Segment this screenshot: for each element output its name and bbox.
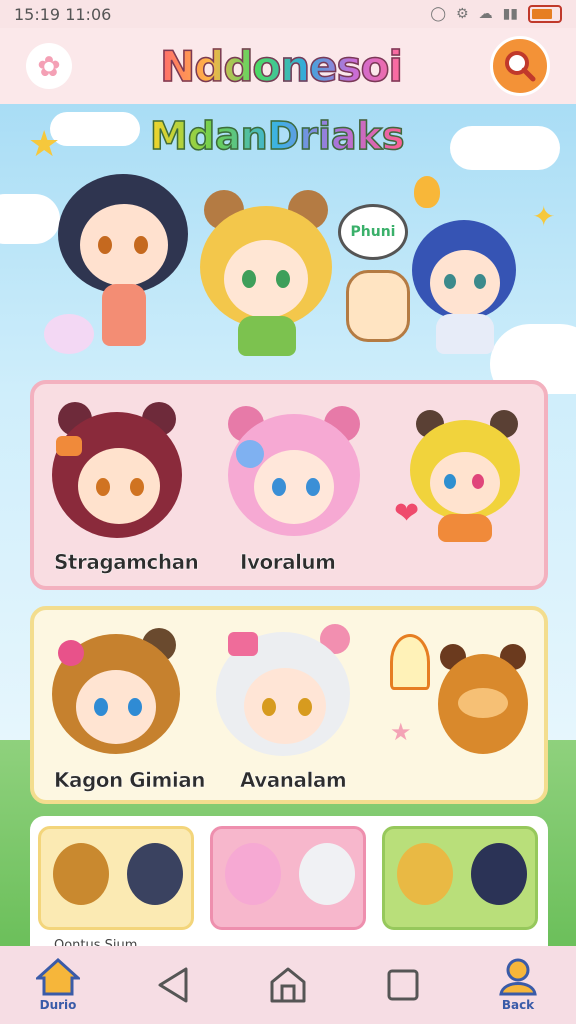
mini-card-panel: Oontus Sium — [30, 816, 548, 956]
face — [80, 204, 168, 286]
face — [244, 668, 326, 744]
heart-icon: ❤ — [394, 496, 420, 531]
home-icon — [36, 958, 80, 996]
notification-icon: ◯ — [430, 6, 447, 22]
profile-nav-button[interactable]: Back — [486, 953, 550, 1017]
character-name-label: Stragamchan — [54, 550, 199, 575]
search-button[interactable] — [490, 36, 550, 96]
balloon-icon — [414, 176, 440, 208]
face — [430, 250, 500, 316]
home-outline-icon — [270, 967, 306, 1003]
recents-button[interactable] — [371, 953, 435, 1017]
cloud — [0, 194, 60, 244]
speech-bubble: Phuni — [338, 204, 408, 260]
eye — [444, 274, 456, 289]
signal-icon: ▮▮ — [502, 6, 518, 22]
featured-card[interactable]: ★ Kagon Gimian Avanalam — [30, 606, 548, 804]
wifi-icon: ☁ — [478, 6, 493, 22]
mini-avatar — [225, 843, 281, 905]
hero-character-blonde-boy[interactable] — [196, 190, 336, 360]
star-icon: ★ — [28, 124, 61, 165]
mini-avatar — [397, 843, 453, 905]
app-title: Nddonesoi — [159, 41, 403, 92]
hero-character-blue-girl[interactable] — [412, 220, 522, 370]
mini-avatar — [53, 843, 109, 905]
bottom-navigation: Durio Back — [0, 946, 576, 1024]
character-name-label: Ivoralum — [240, 550, 337, 575]
bow-icon — [56, 436, 82, 456]
status-bar: 15:19 11:06 ◯ ⚙ ☁ ▮▮ — [0, 0, 576, 28]
bow-icon — [228, 632, 258, 656]
mini-card[interactable] — [382, 826, 538, 930]
eye — [96, 478, 110, 496]
flower-icon[interactable]: ✿ — [26, 43, 72, 89]
eye — [98, 236, 112, 254]
eye — [298, 698, 312, 716]
eye — [128, 698, 142, 716]
mini-avatar — [471, 843, 527, 905]
face — [78, 448, 160, 524]
featured-card[interactable]: ❤ Stragamchan Ivoralum — [30, 380, 548, 590]
hero-banner: ★ ✦ MdanDriaks Phuni — [0, 104, 576, 394]
eye — [276, 270, 290, 288]
mascot-bear[interactable] — [434, 640, 532, 760]
shirt — [238, 316, 296, 356]
status-icons: ◯ ⚙ ☁ ▮▮ — [430, 5, 562, 23]
cotton-candy-icon — [44, 314, 94, 354]
flower-clip-icon — [58, 640, 84, 666]
face — [254, 450, 334, 524]
eye — [242, 270, 256, 288]
back-triangle-button[interactable] — [141, 953, 205, 1017]
app-header: ✿ Nddonesoi — [0, 28, 576, 104]
eye — [474, 274, 486, 289]
character-avatar[interactable] — [52, 402, 182, 542]
pizza-sign-icon — [390, 634, 430, 690]
status-time: 15:19 11:06 — [14, 4, 112, 24]
home-nav-label: Durio — [39, 998, 77, 1012]
face — [430, 452, 500, 514]
profile-icon — [499, 958, 537, 996]
home-system-button[interactable] — [256, 953, 320, 1017]
cloud — [50, 112, 140, 146]
eye — [134, 236, 148, 254]
mini-card[interactable] — [38, 826, 194, 930]
character-name-label: Kagon Gimian — [54, 768, 206, 793]
search-icon — [505, 51, 536, 82]
settings-icon: ⚙ — [456, 6, 469, 22]
home-nav-button[interactable]: Durio — [26, 953, 90, 1017]
bear-muzzle — [458, 688, 508, 718]
cloud — [450, 126, 560, 170]
dress — [436, 314, 494, 354]
star-icon: ✦ — [532, 200, 556, 233]
profile-nav-label: Back — [501, 998, 535, 1012]
face — [224, 240, 308, 318]
star-icon: ★ — [390, 718, 412, 746]
face — [76, 670, 156, 744]
square-icon — [387, 969, 419, 1001]
back-triangle-icon — [158, 967, 188, 1003]
character-avatar[interactable] — [52, 622, 184, 758]
character-name-label: Avanalam — [240, 768, 347, 793]
mini-avatar — [127, 843, 183, 905]
eye — [130, 478, 144, 496]
toast-mascot[interactable] — [346, 270, 410, 342]
eye — [306, 478, 320, 496]
mini-card[interactable] — [210, 826, 366, 930]
overalls — [438, 514, 492, 542]
mini-avatar — [299, 843, 355, 905]
character-avatar[interactable] — [224, 406, 364, 542]
eye — [272, 478, 286, 496]
eye — [444, 474, 456, 489]
eye — [472, 474, 484, 489]
eye — [262, 698, 276, 716]
dress — [102, 284, 146, 346]
character-avatar[interactable] — [410, 410, 520, 542]
flower-clip-icon — [236, 440, 264, 468]
character-avatar[interactable] — [214, 622, 354, 758]
eye — [94, 698, 108, 716]
battery-icon — [528, 5, 562, 23]
hero-subtitle: MdanDriaks — [149, 113, 405, 159]
